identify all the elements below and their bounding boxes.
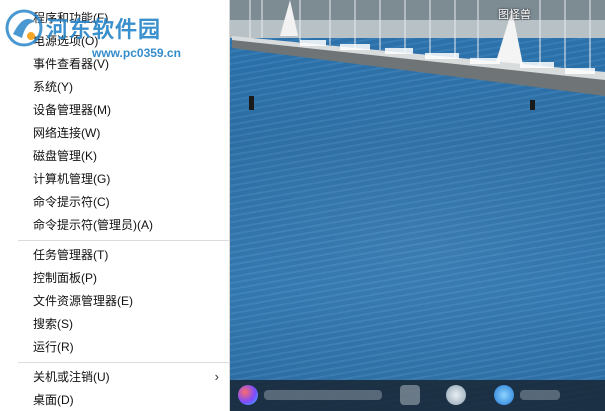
menu-item-computer-management[interactable]: 计算机管理(G) (0, 168, 229, 190)
app-icon[interactable] (446, 385, 466, 405)
menu-item-device-manager[interactable]: 设备管理器(M) (0, 99, 229, 121)
taskbar (230, 380, 605, 411)
menu-item-network-connections[interactable]: 网络连接(W) (0, 122, 229, 144)
site-watermark-url: www.pc0359.cn (92, 46, 181, 60)
menu-item-disk-management[interactable]: 磁盘管理(K) (0, 145, 229, 167)
menu-item-command-prompt-admin[interactable]: 命令提示符(管理员)(A) (0, 214, 229, 236)
menu-item-search[interactable]: 搜索(S) (0, 313, 229, 335)
corner-watermark: 图怪兽 (498, 9, 531, 21)
chevron-right-icon: › (214, 369, 219, 384)
menu-separator (18, 240, 229, 241)
site-logo-icon (5, 9, 43, 47)
winx-context-menu: 程序和功能(F) 电源选项(O) 事件查看器(V) 系统(Y) 设备管理器(M)… (0, 0, 230, 411)
menu-item-control-panel[interactable]: 控制面板(P) (0, 267, 229, 289)
app-icon[interactable] (400, 385, 420, 405)
app-icon[interactable] (238, 385, 258, 405)
menu-item-desktop[interactable]: 桌面(D) (0, 389, 229, 411)
menu-item-system[interactable]: 系统(Y) (0, 76, 229, 98)
menu-item-file-explorer[interactable]: 文件资源管理器(E) (0, 290, 229, 312)
app-icon[interactable] (494, 385, 514, 405)
menu-item-task-manager[interactable]: 任务管理器(T) (0, 244, 229, 266)
taskbar-label (520, 390, 560, 400)
site-watermark-name: 河东软件园 (46, 17, 162, 43)
menu-item-shutdown-signout[interactable]: 关机或注销(U) › (0, 366, 229, 388)
menu-item-command-prompt[interactable]: 命令提示符(C) (0, 191, 229, 213)
menu-item-run[interactable]: 运行(R) (0, 336, 229, 358)
menu-separator (18, 362, 229, 363)
taskbar-search-box[interactable] (264, 390, 382, 400)
